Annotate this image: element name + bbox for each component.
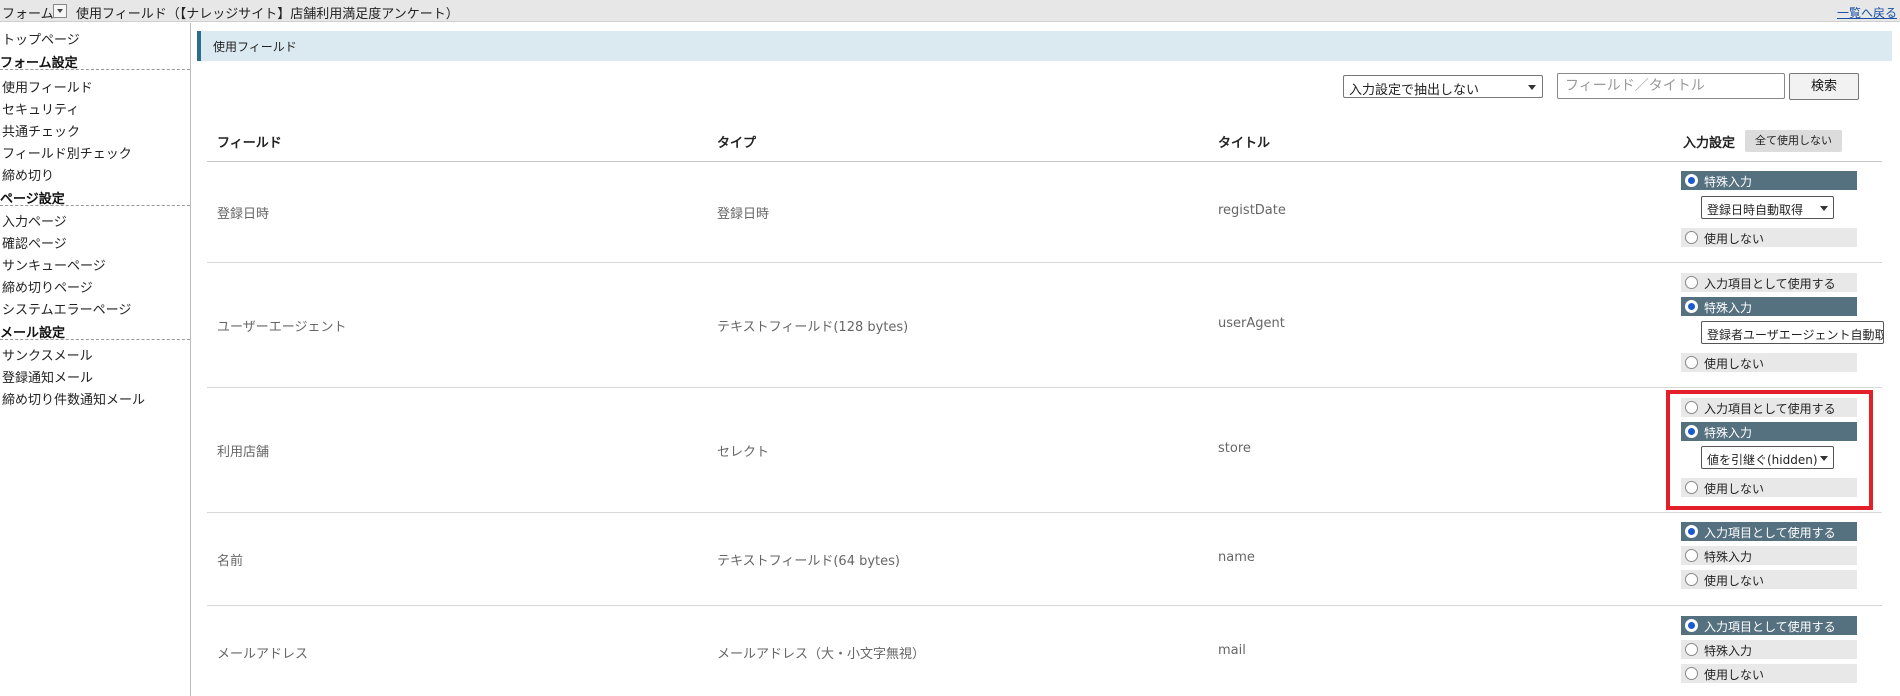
top-bar: フォーム 使用フィールド（【ナレッジサイト】店舗利用満足度アンケート） 一覧へ戻… <box>0 0 1900 22</box>
row-useragent-type: テキストフィールド(128 bytes) <box>717 320 909 335</box>
sidebar-item-thanks-mail[interactable]: サンクスメール <box>2 345 93 364</box>
row-name-option-special-input[interactable]: 特殊入力 <box>1681 546 1857 565</box>
highlight-box <box>1666 390 1873 510</box>
row-name-title: name <box>1218 550 1255 565</box>
sidebar-item-common-check[interactable]: 共通チェック <box>2 121 80 140</box>
radio-unselected-icon[interactable] <box>1685 276 1698 289</box>
sidebar-item-thankyou-page[interactable]: サンキューページ <box>2 255 106 274</box>
sidebar-item-field-check[interactable]: フィールド別チェック <box>2 143 132 162</box>
radio-selected-icon[interactable] <box>1685 300 1698 313</box>
radio-selected-icon[interactable] <box>1685 525 1698 538</box>
row-store-title: store <box>1218 441 1251 456</box>
radio-selected-icon[interactable] <box>1685 619 1698 632</box>
radio-unselected-icon[interactable] <box>1685 356 1698 369</box>
radio-unselected-icon[interactable] <box>1685 643 1698 656</box>
radio-unselected-icon[interactable] <box>1685 667 1698 680</box>
row-registdate-type: 登録日時 <box>717 207 770 222</box>
row-useragent-option-special-input[interactable]: 特殊入力 <box>1681 297 1857 316</box>
form-menu-label[interactable]: フォーム <box>2 3 54 22</box>
row-name-field: 名前 <box>217 554 244 569</box>
row-name-type: テキストフィールド(64 bytes) <box>717 554 900 569</box>
radio-unselected-icon[interactable] <box>1685 231 1698 244</box>
column-header-type: タイプ <box>717 136 757 151</box>
row-useragent-field: ユーザーエージェント <box>217 320 347 335</box>
row-store-type: セレクト <box>717 445 770 460</box>
row-divider <box>207 387 1882 388</box>
disable-all-button[interactable]: 全て使用しない <box>1745 130 1842 152</box>
row-registdate-option-special-input[interactable]: 特殊入力 <box>1681 171 1857 190</box>
row-mail-field: メールアドレス <box>217 647 309 662</box>
sidebar-item-deadline[interactable]: 締め切り <box>2 165 54 184</box>
table-header-divider <box>207 161 1882 162</box>
sidebar-item-system-error-page[interactable]: システムエラーページ <box>2 299 131 318</box>
row-divider <box>207 605 1882 606</box>
breadcrumb: 使用フィールド（【ナレッジサイト】店舗利用満足度アンケート） <box>76 7 459 22</box>
sidebar-item-deadline-count-mail[interactable]: 締め切り件数通知メール <box>2 389 145 408</box>
sidebar-item-used-fields[interactable]: 使用フィールド <box>2 77 93 96</box>
sidebar-heading-mail-settings: メール設定 <box>0 322 190 341</box>
row-registdate-option-not-used[interactable]: 使用しない <box>1681 228 1857 247</box>
search-input[interactable] <box>1557 73 1785 99</box>
search-button[interactable]: 検索 <box>1789 73 1859 100</box>
row-registdate-title: registDate <box>1218 203 1286 218</box>
sidebar-item-input-page[interactable]: 入力ページ <box>2 211 67 230</box>
row-mail-type: メールアドレス（大・小文字無視） <box>717 647 926 662</box>
sidebar-item-deadline-page[interactable]: 締め切りページ <box>2 277 93 296</box>
row-registdate-field: 登録日時 <box>217 207 270 222</box>
row-divider <box>207 512 1882 513</box>
row-store-field: 利用店舗 <box>217 445 270 460</box>
row-mail-option-special-input[interactable]: 特殊入力 <box>1681 640 1857 659</box>
column-header-field: フィールド <box>217 136 282 151</box>
chevron-down-icon <box>1820 206 1828 211</box>
row-mail-option-use-as-input[interactable]: 入力項目として使用する <box>1681 616 1857 635</box>
row-useragent-title: userAgent <box>1218 316 1285 331</box>
page-title: 使用フィールド <box>213 40 297 54</box>
chevron-down-icon <box>1528 85 1536 90</box>
filter-select-value: 入力設定で抽出しない <box>1349 83 1480 98</box>
back-to-list-link[interactable]: 一覧へ戻る <box>1837 4 1897 21</box>
column-header-title: タイトル <box>1218 136 1271 151</box>
row-mail-option-not-used[interactable]: 使用しない <box>1681 664 1857 683</box>
row-useragent-special-select[interactable]: 登録者ユーザエージェント自動取得 <box>1701 321 1884 344</box>
row-name-option-not-used[interactable]: 使用しない <box>1681 570 1857 589</box>
row-name-option-use-as-input[interactable]: 入力項目として使用する <box>1681 522 1857 541</box>
row-useragent-option-use-as-input[interactable]: 入力項目として使用する <box>1681 273 1857 292</box>
radio-selected-icon[interactable] <box>1685 174 1698 187</box>
form-menu-dropdown-icon[interactable] <box>53 4 67 18</box>
sidebar-item-confirm-page[interactable]: 確認ページ <box>2 233 67 252</box>
sidebar-heading-form-settings: フォーム設定 <box>0 52 190 71</box>
page-title-bar: 使用フィールド <box>197 31 1892 61</box>
row-divider <box>207 262 1882 263</box>
row-useragent-option-not-used[interactable]: 使用しない <box>1681 353 1857 372</box>
radio-unselected-icon[interactable] <box>1685 573 1698 586</box>
column-header-input-setting: 入力設定 <box>1683 136 1736 151</box>
sidebar-item-registration-notice-mail[interactable]: 登録通知メール <box>2 367 93 386</box>
sidebar-item-security[interactable]: セキュリティ <box>2 99 79 118</box>
sidebar-item-top-page[interactable]: トップページ <box>2 29 80 48</box>
radio-unselected-icon[interactable] <box>1685 549 1698 562</box>
sidebar-heading-page-settings: ページ設定 <box>0 188 190 207</box>
row-registdate-special-select[interactable]: 登録日時自動取得 <box>1701 196 1834 219</box>
input-setting-filter-select[interactable]: 入力設定で抽出しない <box>1343 75 1543 98</box>
row-mail-title: mail <box>1218 643 1246 658</box>
sidebar: トップページ フォーム設定 使用フィールド セキュリティ 共通チェック フィール… <box>0 23 191 696</box>
